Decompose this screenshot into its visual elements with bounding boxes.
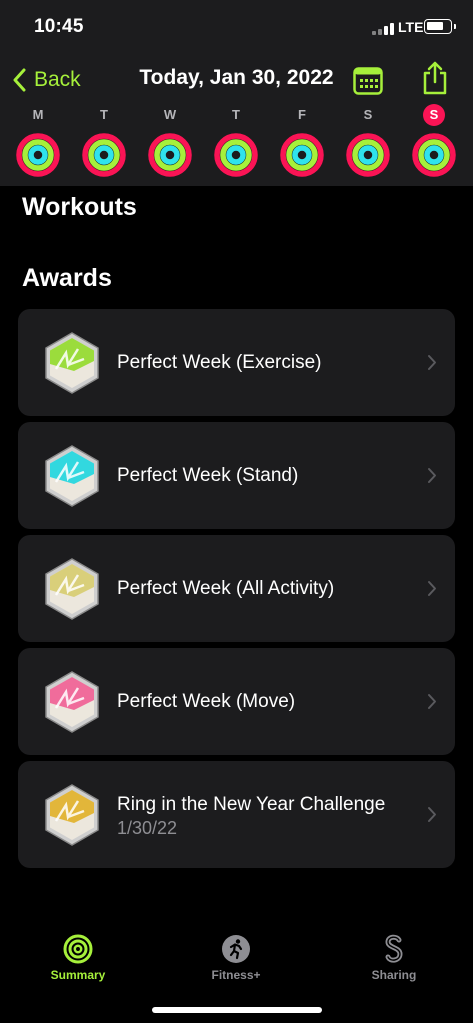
award-badge-icon <box>45 784 99 846</box>
award-title: Perfect Week (Stand) <box>117 465 299 486</box>
activity-rings-icon <box>214 133 258 177</box>
award-title: Perfect Week (Move) <box>117 691 296 712</box>
award-date: 1/30/22 <box>117 818 178 838</box>
calendar-icon <box>353 67 383 95</box>
cellular-signal-icon <box>372 23 394 35</box>
chevron-right-icon <box>428 581 436 596</box>
calendar-button[interactable] <box>353 66 383 96</box>
day-0[interactable]: M <box>13 104 63 178</box>
activity-rings-icon <box>148 133 192 177</box>
sharing-s-icon <box>385 934 403 963</box>
chevron-right-icon <box>428 807 436 822</box>
week-strip: MTWTFSS <box>0 104 473 186</box>
award-title: Ring in the New Year Challenge <box>117 794 386 815</box>
day-letter: S <box>423 104 445 126</box>
status-bar: 10:45 LTE <box>0 0 473 56</box>
tab-summary-label: Summary <box>50 968 106 982</box>
award-badge-icon <box>45 332 99 394</box>
award-badge-icon <box>45 671 99 733</box>
chevron-right-icon <box>428 468 436 483</box>
activity-rings-icon <box>412 133 456 177</box>
awards-heading: Awards <box>22 264 112 292</box>
day-letter: W <box>163 107 177 122</box>
day-1[interactable]: T <box>79 104 129 178</box>
day-4[interactable]: F <box>277 104 327 178</box>
award-badge-icon <box>45 558 99 620</box>
home-indicator[interactable] <box>152 1007 322 1013</box>
running-figure-icon <box>222 935 250 963</box>
chevron-right-icon <box>428 694 436 709</box>
status-time: 10:45 <box>34 16 84 37</box>
chevron-right-icon <box>428 355 436 370</box>
navigation-bar: Back Today, Jan 30, 2022 <box>0 56 473 104</box>
day-letter: T <box>100 107 108 122</box>
tab-fitness-label: Fitness+ <box>211 968 261 982</box>
tab-sharing-label: Sharing <box>371 968 417 982</box>
day-5[interactable]: S <box>343 104 393 178</box>
award-card[interactable]: Ring in the New Year Challenge 1/30/22 <box>18 761 455 868</box>
award-card[interactable]: Perfect Week (Move) <box>18 648 455 755</box>
battery-icon <box>424 19 456 34</box>
award-badge-icon <box>45 445 99 507</box>
day-2[interactable]: W <box>145 104 195 178</box>
share-button[interactable] <box>421 60 449 96</box>
award-title: Perfect Week (All Activity) <box>117 578 335 599</box>
day-letter: T <box>232 107 240 122</box>
activity-rings-icon <box>63 934 93 964</box>
activity-rings-icon <box>82 133 126 177</box>
day-3[interactable]: T <box>211 104 261 178</box>
back-label: Back <box>34 68 81 91</box>
award-card[interactable]: Perfect Week (All Activity) <box>18 535 455 642</box>
tab-sharing[interactable]: Sharing <box>344 934 444 982</box>
award-card[interactable]: Perfect Week (Exercise) <box>18 309 455 416</box>
network-type: LTE <box>398 19 424 35</box>
activity-rings-icon <box>280 133 324 177</box>
back-button[interactable]: Back <box>12 64 81 96</box>
award-title: Perfect Week (Exercise) <box>117 352 322 373</box>
day-letter: F <box>298 107 306 122</box>
tab-summary[interactable]: Summary <box>28 934 128 982</box>
share-icon <box>423 61 447 95</box>
day-letter: M <box>32 107 44 122</box>
day-letter: S <box>363 107 373 122</box>
workouts-heading: Workouts <box>22 193 137 221</box>
header: 10:45 LTE Back Today, Jan 30, 2022 M T W… <box>0 0 473 186</box>
tab-fitness-plus[interactable]: Fitness+ <box>186 934 286 982</box>
day-6[interactable]: S <box>409 104 459 178</box>
award-card[interactable]: Perfect Week (Stand) <box>18 422 455 529</box>
chevron-left-icon <box>13 68 26 92</box>
activity-rings-icon <box>16 133 60 177</box>
activity-rings-icon <box>346 133 390 177</box>
